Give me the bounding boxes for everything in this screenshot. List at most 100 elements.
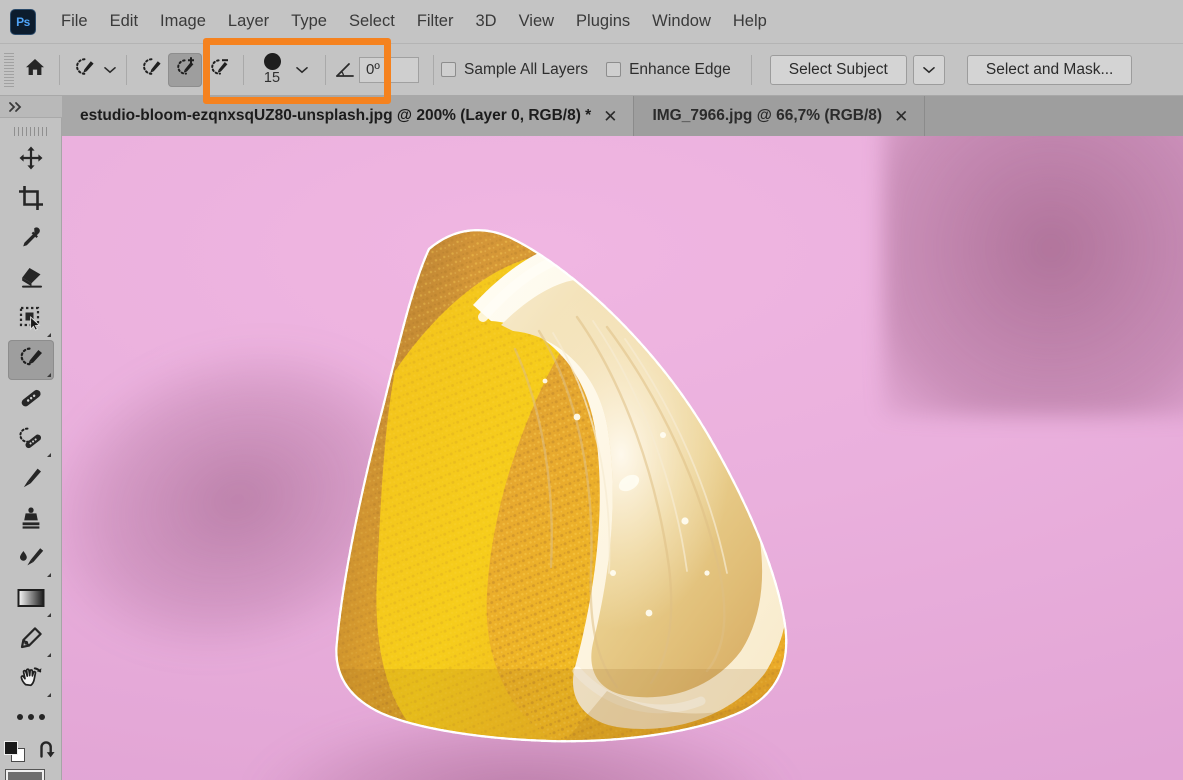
pen-tool-icon	[18, 625, 44, 656]
divider	[433, 54, 434, 85]
menu-item-window[interactable]: Window	[641, 9, 722, 34]
move-tool-icon	[18, 145, 44, 176]
eyedropper-tool[interactable]	[8, 220, 54, 260]
gradient-tool-icon	[16, 586, 46, 615]
image-shadow-top-right	[883, 136, 1183, 416]
default-foreground-swatch	[4, 741, 18, 755]
canvas-area[interactable]	[62, 136, 1183, 780]
menu-item-file[interactable]: File	[50, 9, 99, 34]
menu-item-filter[interactable]: Filter	[406, 9, 465, 34]
photoshop-logo: Ps	[10, 8, 36, 35]
crop-tool[interactable]	[8, 180, 54, 220]
menu-item-3d[interactable]: 3D	[464, 9, 507, 34]
new-selection-icon	[138, 55, 164, 84]
flyout-indicator-icon	[46, 613, 51, 617]
brush-preview-icon	[263, 53, 281, 71]
healing-brush-tool[interactable]	[8, 380, 54, 420]
checkbox-box	[441, 62, 456, 77]
edit-toolbar-button[interactable]	[8, 700, 54, 734]
brush-size-value: 15	[263, 70, 281, 87]
sample-all-layers-label: Sample All Layers	[464, 60, 589, 78]
subtract-from-selection-button[interactable]	[202, 53, 236, 87]
angle-input[interactable]: 0º	[359, 56, 419, 83]
quick-selection-tool[interactable]	[7, 340, 54, 380]
document-tab-active[interactable]: estudio-bloom-ezqnxsqUZ80-unsplash.jpg @…	[62, 96, 635, 136]
clone-stamp-tool[interactable]	[8, 500, 54, 540]
close-icon[interactable]: ✕	[892, 108, 910, 125]
flyout-indicator-icon	[46, 653, 51, 657]
menu-item-view[interactable]: View	[508, 9, 565, 34]
crop-tool-icon	[18, 185, 44, 216]
select-and-mask-button[interactable]: Select and Mask...	[966, 54, 1133, 85]
menu-item-layer[interactable]: Layer	[217, 9, 280, 34]
swap-colors-button[interactable]	[36, 739, 58, 766]
foreground-background-color[interactable]	[4, 770, 58, 780]
menu-item-select[interactable]: Select	[338, 9, 406, 34]
home-button[interactable]	[18, 53, 52, 87]
move-tool[interactable]	[8, 140, 54, 180]
checkbox-box	[606, 62, 622, 77]
document-tab-bar: estudio-bloom-ezqnxsqUZ80-unsplash.jpg @…	[62, 96, 1183, 136]
spot-healing-brush-tool[interactable]	[8, 420, 54, 460]
lemon-subject	[277, 221, 797, 751]
flyout-indicator-icon	[46, 373, 51, 377]
chevron-double-right-icon	[9, 101, 22, 112]
angle-icon	[333, 55, 359, 85]
eyedropper-tool-icon	[18, 225, 44, 256]
brush-size-picker[interactable]: 15	[251, 48, 293, 92]
tools-panel	[0, 96, 62, 780]
sample-all-layers-checkbox[interactable]: Sample All Layers	[441, 61, 588, 79]
divider	[243, 54, 244, 85]
divider	[126, 54, 127, 85]
default-colors-button[interactable]	[4, 741, 26, 763]
photoshop-window: Ps File Edit Image Layer Type Select Filter 3D V…	[0, 0, 1183, 780]
spot-healing-brush-tool-icon	[17, 425, 45, 456]
clone-stamp-tool-icon	[18, 505, 44, 536]
menu-item-type[interactable]: Type	[280, 9, 338, 34]
select-subject-caret[interactable]	[912, 54, 945, 85]
swap-colors-icon	[40, 740, 55, 758]
menu-item-help[interactable]: Help	[722, 9, 778, 34]
select-subject-button[interactable]: Select Subject	[769, 54, 907, 85]
flyout-indicator-icon	[46, 333, 51, 337]
gradient-tool[interactable]	[8, 580, 54, 620]
menu-item-image[interactable]: Image	[149, 9, 217, 34]
blur-tool[interactable]	[8, 540, 54, 580]
menu-item-plugins[interactable]: Plugins	[565, 9, 641, 34]
brush-tool[interactable]	[8, 460, 54, 500]
brush-picker-caret[interactable]	[293, 55, 311, 85]
tools-panel-grip[interactable]	[0, 122, 61, 140]
menu-bar: Ps File Edit Image Layer Type Select Filter 3D V…	[0, 0, 1183, 44]
object-selection-tool-icon	[18, 305, 44, 336]
flyout-indicator-icon	[46, 693, 51, 697]
options-bar-grip[interactable]	[4, 52, 14, 87]
object-selection-tool[interactable]	[8, 300, 54, 340]
hand-tool-icon	[17, 665, 45, 696]
document-tab-title: estudio-bloom-ezqnxsqUZ80-unsplash.jpg @…	[80, 107, 592, 124]
subtract-from-selection-icon	[206, 55, 232, 84]
close-icon[interactable]: ✕	[601, 108, 619, 125]
tool-preset-picker[interactable]	[67, 53, 101, 87]
quick-selection-tool-icon	[71, 55, 97, 84]
hand-tool[interactable]	[8, 660, 54, 700]
document-tab-inactive[interactable]: IMG_7966.jpg @ 66,7% (RGB/8) ✕	[634, 96, 926, 136]
enhance-edge-label: Enhance Edge	[629, 60, 731, 78]
eraser-tool[interactable]	[8, 260, 54, 300]
menu-item-edit[interactable]: Edit	[99, 9, 149, 34]
divider	[59, 54, 60, 85]
add-to-selection-button[interactable]	[168, 52, 202, 87]
divider	[750, 54, 752, 85]
enhance-edge-checkbox[interactable]: Enhance Edge	[606, 61, 731, 79]
document-image	[62, 136, 1183, 780]
tools-panel-expand-button[interactable]	[0, 96, 62, 118]
ellipsis-icon	[27, 714, 34, 720]
tool-preset-caret[interactable]	[101, 55, 119, 85]
pen-tool[interactable]	[8, 620, 54, 660]
add-to-selection-icon	[172, 55, 198, 84]
eraser-tool-icon	[17, 265, 45, 296]
flyout-indicator-icon	[46, 573, 51, 577]
flyout-indicator-icon	[46, 453, 51, 457]
foreground-color-swatch[interactable]	[5, 770, 44, 780]
new-selection-button[interactable]	[134, 53, 168, 87]
divider	[325, 54, 326, 85]
